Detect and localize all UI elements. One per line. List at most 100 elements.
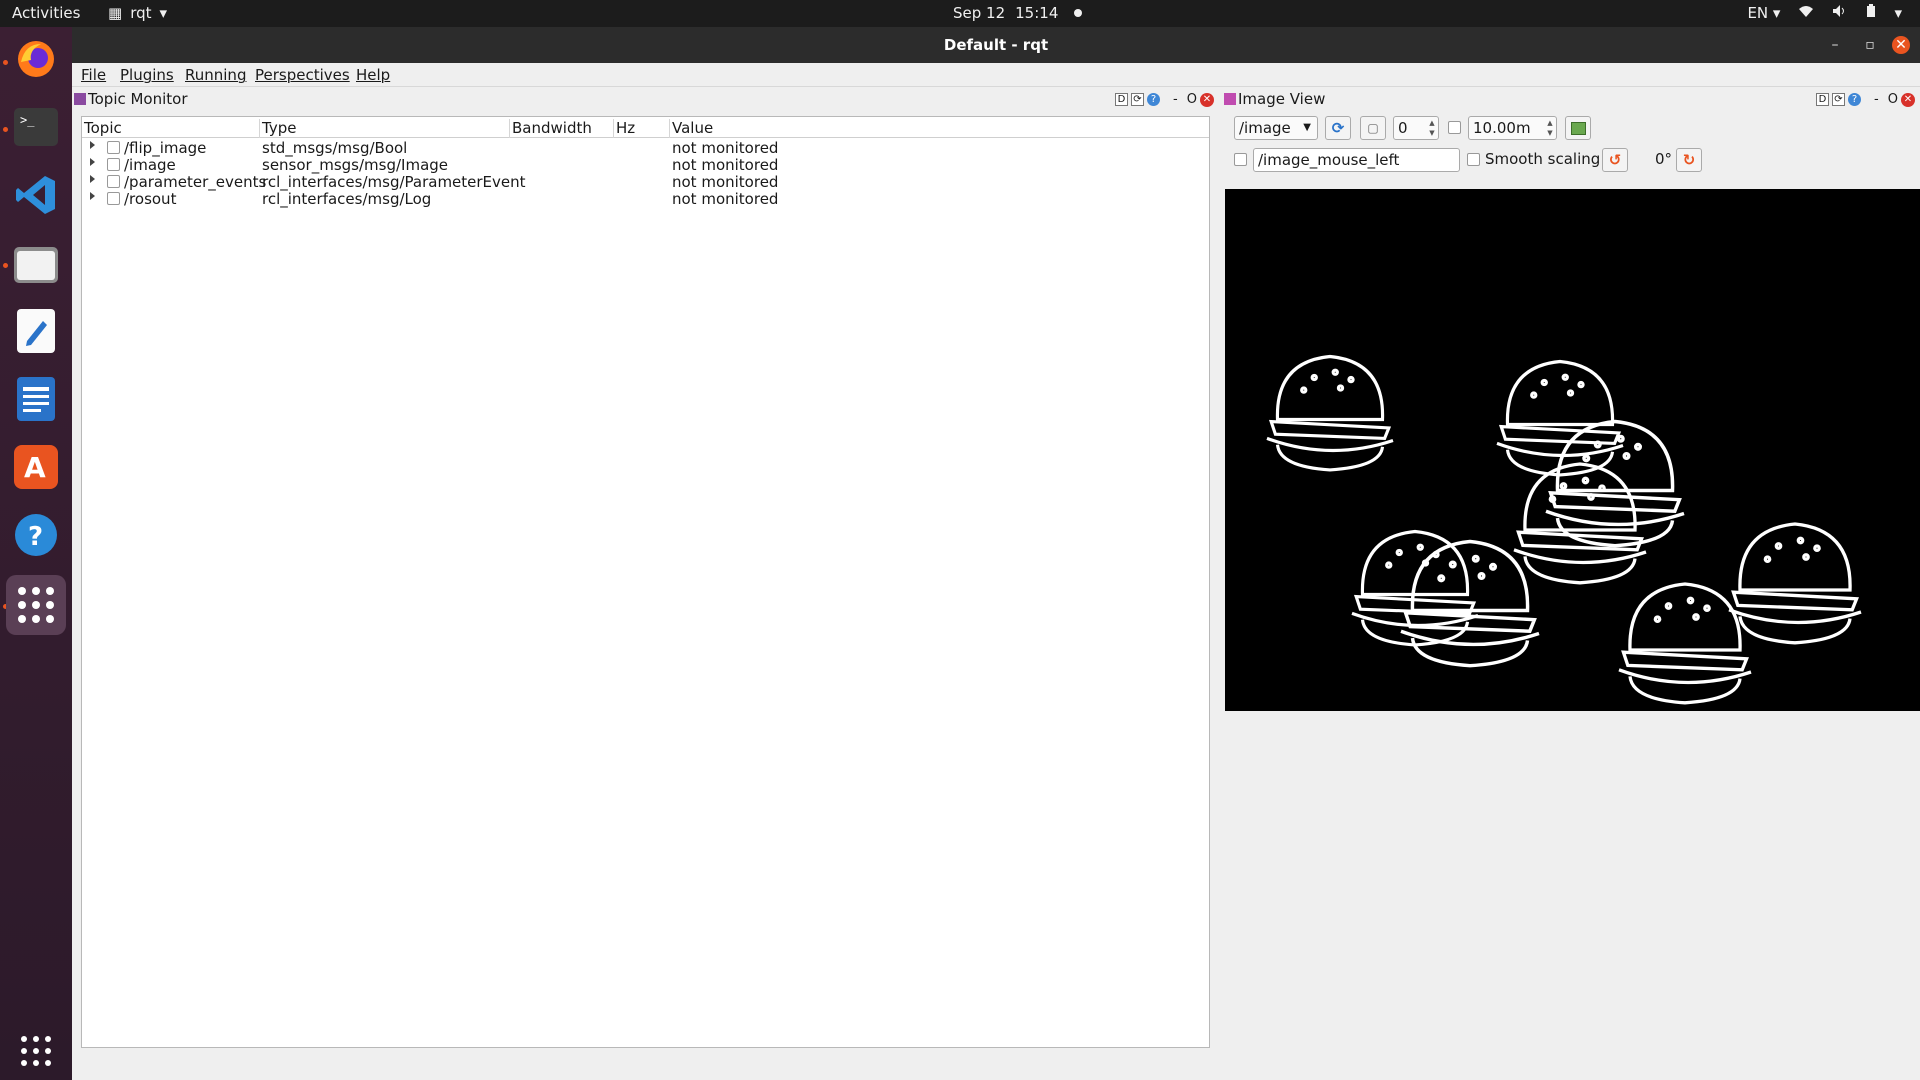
rotate-right-button[interactable]: ↻ [1676,148,1702,172]
top-bar: Activities ▦ rqt ▾ Sep 12 15:14 EN ▾ ▾ [0,0,1920,27]
save-image-icon [1570,121,1586,135]
column-hz[interactable]: Hz [614,119,670,138]
help-icon[interactable]: ? [12,511,60,559]
publish-mouse-checkbox[interactable] [1234,153,1247,166]
svg-text:A: A [24,451,46,484]
mouse-topic-field[interactable]: /image_mouse_left [1253,148,1460,172]
monitor-checkbox[interactable] [107,141,120,154]
topic-monitor-title-label: Topic Monitor [88,90,188,108]
app-grid-icon[interactable] [6,575,66,635]
expand-arrow-icon[interactable] [90,158,95,166]
restore-button[interactable]: ▫ [1861,36,1879,54]
spin-arrows-icon[interactable]: ▲ ▼ [1545,118,1555,138]
value-cell: not monitored [672,190,779,208]
column-bandwidth[interactable]: Bandwidth [510,119,614,138]
image-view-title-label: Image View [1238,90,1326,108]
battery-icon [1866,4,1876,22]
column-value[interactable]: Value [670,119,870,138]
table-row[interactable]: /flip_image std_msgs/msg/Bool not monito… [82,139,1209,157]
menu-file[interactable]: File [81,66,106,84]
tree-header: Topic Type Bandwidth Hz Value [82,117,1209,138]
image-display[interactable] [1225,189,1920,711]
text-editor-icon[interactable] [12,307,60,355]
terminal-icon[interactable]: >_ [12,103,60,151]
close-dock-icon[interactable]: ✕ [1199,92,1214,107]
files-icon[interactable] [12,239,60,287]
plugin-icon [1224,93,1236,105]
minimize-dock-button[interactable]: - [1173,92,1178,107]
expand-arrow-icon[interactable] [90,192,95,200]
type-cell: std_msgs/msg/Bool [262,139,408,157]
save-image-button[interactable] [1565,116,1591,140]
reload-icon[interactable]: ⟳ [1131,93,1144,106]
system-tray[interactable]: EN ▾ ▾ [1747,4,1902,22]
svg-text:>_: >_ [20,113,35,127]
mouse-topic-value: /image_mouse_left [1258,151,1400,169]
menu-perspectives[interactable]: Perspectives [255,66,350,84]
running-indicator [3,60,8,65]
software-icon[interactable]: A [12,443,60,491]
topic-monitor-title: Topic Monitor [74,90,188,110]
close-dock-icon[interactable]: ✕ [1900,92,1915,107]
ubuntu-dock: >_ A ? [0,27,72,1080]
value-cell: not monitored [672,156,779,174]
column-type[interactable]: Type [260,119,510,138]
refresh-icon: ⟳ [1331,119,1345,137]
zoom-button[interactable]: ▢ [1360,116,1386,140]
burger-outline-image [1265,354,1863,705]
monitor-checkbox[interactable] [107,175,120,188]
rate-spinbox[interactable]: 0 ▲ ▼ [1393,116,1439,140]
window-titlebar[interactable]: Default - rqt – ▫ ✕ [72,27,1920,63]
help-icon[interactable]: ? [1147,93,1160,106]
clock[interactable]: Sep 12 15:14 [953,4,1083,22]
column-topic[interactable]: Topic [82,119,260,138]
float-dock-button[interactable]: O [1888,92,1898,107]
chevron-down-icon: ▼ [1303,122,1311,133]
firefox-icon[interactable] [12,35,60,83]
window-title: Default - rqt [943,36,1049,54]
refresh-topics-button[interactable]: ⟳ [1325,116,1351,140]
language-indicator[interactable]: EN ▾ [1747,4,1780,22]
smooth-scaling-checkbox[interactable] [1467,153,1480,166]
menu-help[interactable]: Help [356,66,390,84]
minimize-dock-button[interactable]: - [1874,92,1879,107]
value-cell: not monitored [672,173,779,191]
notification-dot-icon [1074,9,1083,17]
dock-dock-button[interactable]: D [1816,93,1829,106]
app-grid-small-icon: ▦ [108,4,123,22]
float-dock-button[interactable]: O [1187,92,1197,107]
topic-tree[interactable]: Topic Type Bandwidth Hz Value /flip_imag… [81,116,1210,1048]
monitor-checkbox[interactable] [107,158,120,171]
writer-icon[interactable] [12,375,60,423]
expand-arrow-icon[interactable] [90,141,95,149]
app-menu[interactable]: ▦ rqt ▾ [108,4,167,22]
monitor-checkbox[interactable] [107,192,120,205]
table-row[interactable]: /image sensor_msgs/msg/Image not monitor… [82,156,1209,174]
timeout-value: 10.00m [1473,119,1531,137]
type-cell: sensor_msgs/msg/Image [262,156,449,174]
show-apps-icon[interactable] [12,1027,60,1075]
timeout-spinbox[interactable]: 10.00m ▲ ▼ [1468,116,1557,140]
menu-running[interactable]: Running [185,66,246,84]
language-label: EN [1747,4,1769,22]
spin-arrows-icon[interactable]: ▲ ▼ [1427,118,1437,138]
topic-cell: /image [124,156,176,174]
activities-button[interactable]: Activities [12,4,80,22]
system-menu-chevron-icon: ▾ [1894,4,1902,22]
menu-bar: File Plugins Running Perspectives Help [72,63,1920,87]
vscode-icon[interactable] [12,171,60,219]
minimize-button[interactable]: – [1826,36,1844,54]
running-indicator [3,127,8,132]
dynamic-range-checkbox[interactable] [1448,121,1461,134]
image-view-title: Image View [1224,90,1325,110]
table-row[interactable]: /parameter_events rcl_interfaces/msg/Par… [82,173,1209,191]
topic-select[interactable]: /image ▼ [1234,116,1318,140]
rotate-left-button[interactable]: ↺ [1602,148,1628,172]
expand-arrow-icon[interactable] [90,175,95,183]
table-row[interactable]: /rosout rcl_interfaces/msg/Log not monit… [82,190,1209,208]
reload-icon[interactable]: ⟳ [1832,93,1845,106]
close-button[interactable]: ✕ [1892,36,1910,54]
help-icon[interactable]: ? [1848,93,1861,106]
menu-plugins[interactable]: Plugins [120,66,174,84]
dock-dock-button[interactable]: D [1115,93,1128,106]
